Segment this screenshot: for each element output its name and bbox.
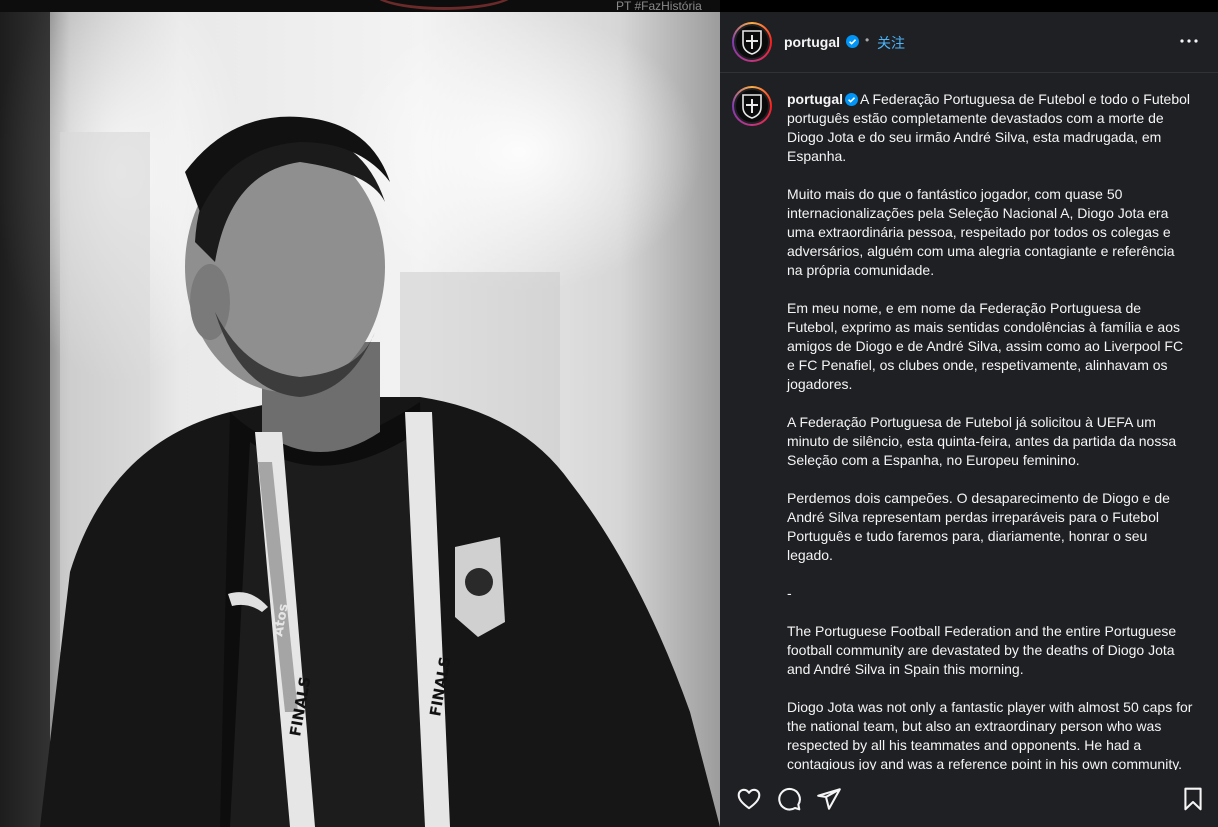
bookmark-icon[interactable] (1180, 786, 1206, 812)
follow-button[interactable]: 关注 (877, 33, 905, 53)
caption-section: portugal A Federação Portuguesa de Futebo… (720, 74, 1218, 770)
verified-badge-icon (845, 93, 858, 106)
action-bar (720, 770, 1218, 827)
avatar[interactable] (732, 22, 772, 62)
post-media[interactable]: PT #FazHistória Atos Atos FINALS FINALS (0, 0, 720, 827)
player-photo: Atos Atos FINALS FINALS (0, 12, 720, 827)
post-panel: portugal • 关注 portugal A Federação Portug… (720, 12, 1218, 827)
previous-post-strip: PT #FazHistória (0, 0, 720, 12)
crest-icon (734, 24, 770, 60)
comment-icon[interactable] (776, 786, 802, 812)
verified-badge-icon (846, 35, 859, 48)
share-icon[interactable] (816, 786, 842, 812)
caption-text: portugal A Federação Portuguesa de Futebo… (787, 90, 1193, 770)
post-header: portugal • 关注 (720, 12, 1218, 73)
username-link[interactable]: portugal (784, 34, 840, 50)
player-illustration: Atos Atos FINALS FINALS (0, 12, 720, 827)
hashtag-fragment: PT #FazHistória (616, 0, 702, 12)
crest-fragment (372, 0, 516, 10)
more-options-icon[interactable] (1178, 30, 1200, 52)
separator-dot: • (865, 33, 870, 47)
crest-icon (734, 88, 770, 124)
caption-avatar[interactable] (732, 86, 772, 126)
caption-username-link[interactable]: portugal (787, 91, 843, 107)
caption-body: A Federação Portuguesa de Futebol e todo… (787, 91, 1193, 770)
heart-icon[interactable] (736, 786, 762, 812)
